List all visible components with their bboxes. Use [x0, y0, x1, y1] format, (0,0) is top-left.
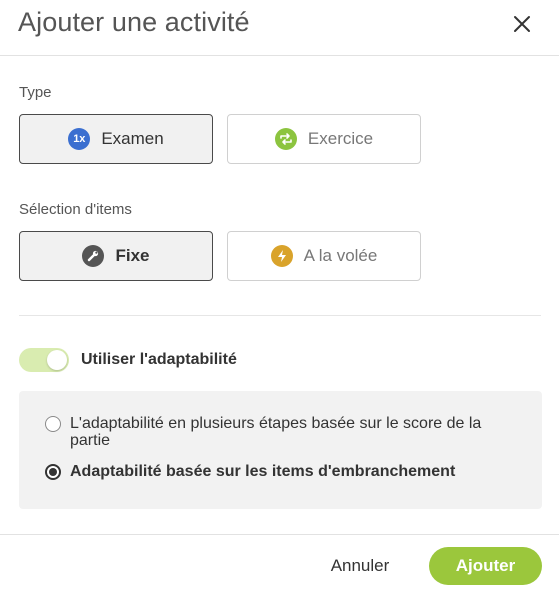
1x-badge-icon: 1x [68, 128, 91, 150]
toggle-knob [47, 350, 67, 370]
adaptability-options-panel: L'adaptabilité en plusieurs étapes basée… [19, 391, 542, 509]
radio-unchecked-icon[interactable] [45, 416, 61, 432]
dialog-header: Ajouter une activité [0, 0, 559, 56]
cancel-button[interactable]: Annuler [312, 547, 408, 585]
type-section-label: Type [19, 84, 52, 101]
adaptability-option-label: L'adaptabilité en plusieurs étapes basée… [70, 415, 482, 449]
adaptability-option-label: Adaptabilité basée sur les items d'embra… [70, 463, 456, 480]
adaptability-toggle[interactable] [19, 348, 69, 372]
type-option-exercice[interactable]: Exercice [227, 114, 421, 164]
items-option-a-la-volee[interactable]: A la volée [227, 231, 421, 281]
type-option-label: Exercice [307, 129, 374, 148]
items-option-label: A la volée [303, 246, 378, 265]
section-divider [19, 315, 541, 316]
close-icon[interactable] [510, 12, 534, 36]
dialog-title: Ajouter une activité [18, 7, 250, 37]
footer-divider [0, 534, 559, 535]
items-option-fixe[interactable]: Fixe [19, 231, 213, 281]
radio-checked-icon[interactable] [45, 464, 61, 480]
type-option-examen[interactable]: 1x Examen [19, 114, 213, 164]
wrench-icon [82, 245, 105, 267]
add-button[interactable]: Ajouter [429, 547, 542, 585]
lightning-icon [270, 245, 293, 267]
adaptability-option-branching[interactable]: Adaptabilité basée sur les items d'embra… [45, 463, 520, 480]
type-option-label: Examen [101, 129, 164, 148]
repeat-icon [274, 128, 297, 150]
items-section-label: Sélection d'items [19, 201, 132, 218]
adaptability-option-score[interactable]: L'adaptabilité en plusieurs étapes basée… [45, 415, 520, 449]
items-option-label: Fixe [115, 246, 150, 265]
adaptability-toggle-label: Utiliser l'adaptabilité [81, 351, 237, 368]
